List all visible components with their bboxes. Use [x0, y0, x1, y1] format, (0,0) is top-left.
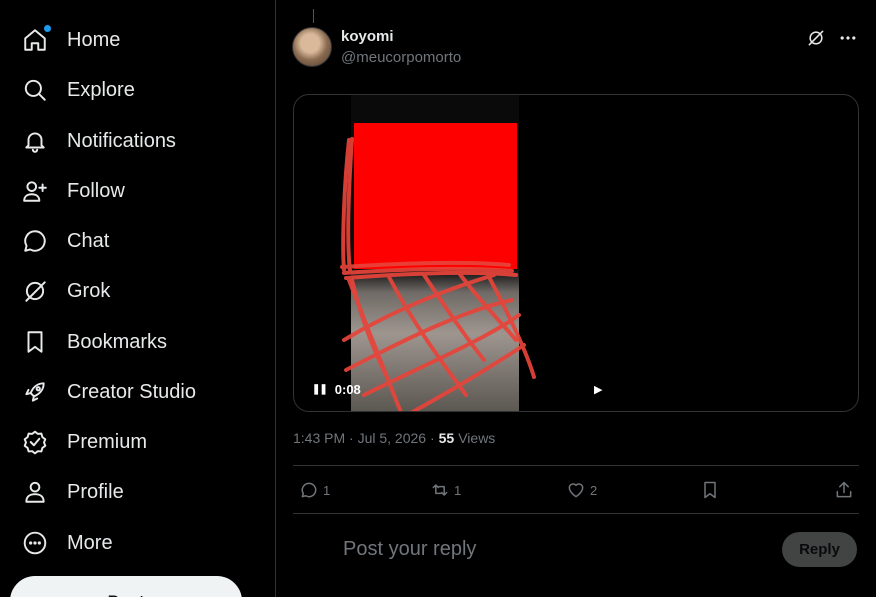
grok-icon[interactable] — [806, 28, 826, 53]
share-action[interactable] — [834, 480, 854, 500]
bookmark-icon — [704, 481, 716, 499]
nav-more[interactable]: More — [8, 521, 127, 565]
bell-icon — [22, 128, 48, 154]
nav-label: Creator Studio — [67, 380, 196, 403]
avatar[interactable] — [292, 27, 332, 67]
nav-label: Premium — [67, 430, 148, 453]
repost-count: 1 — [454, 482, 462, 498]
nav-label: Grok — [67, 279, 111, 302]
share-icon — [836, 481, 852, 498]
nav-follow[interactable]: Follow — [8, 169, 139, 213]
search-icon — [22, 77, 48, 103]
nav-grok[interactable]: Grok — [8, 269, 124, 313]
nav-label: Home — [67, 28, 121, 51]
like-count: 2 — [590, 482, 598, 498]
nav-creator-studio[interactable]: Creator Studio — [8, 370, 210, 414]
like-action[interactable]: 2 — [566, 480, 597, 500]
nav-label: Explore — [67, 78, 135, 101]
repost-icon — [432, 484, 448, 496]
more-options-icon[interactable] — [838, 28, 858, 53]
nav-profile[interactable]: Profile — [8, 470, 138, 514]
nav-premium[interactable]: Premium — [8, 420, 161, 464]
reply-button[interactable]: Reply — [782, 532, 857, 567]
views-label: Views — [458, 430, 496, 446]
pause-icon[interactable]: ❚❚ — [312, 384, 328, 395]
video-time: 0:08 — [334, 382, 361, 397]
more-icon — [22, 530, 48, 556]
home-icon — [22, 25, 51, 53]
video-controls: ❚❚ 0:08 — [312, 382, 361, 397]
reply-icon — [301, 482, 317, 498]
post-header-actions — [806, 28, 858, 53]
heart-icon — [568, 483, 584, 498]
grok-icon — [22, 278, 48, 304]
nav-notifications[interactable]: Notifications — [8, 119, 190, 163]
nav-label: Profile — [67, 480, 124, 503]
profile-icon — [22, 479, 48, 505]
redaction-box — [354, 123, 517, 269]
nav-label: More — [67, 531, 113, 554]
chat-icon — [22, 228, 48, 254]
sidebar-nav: Home Explore Notifications Follow Chat G… — [0, 0, 276, 597]
nav-label: Notifications — [67, 129, 176, 152]
reply-count: 1 — [323, 482, 331, 498]
bookmark-icon — [22, 329, 48, 355]
rocket-icon — [22, 379, 48, 405]
reply-input[interactable]: Post your reply — [343, 538, 476, 561]
action-bar: 1 1 2 — [293, 465, 859, 514]
post-button[interactable]: Post — [10, 576, 242, 597]
video-player[interactable]: ❚❚ 0:08 ▶ — [293, 94, 859, 412]
follow-icon — [22, 178, 48, 204]
play-icon[interactable]: ▶ — [594, 383, 602, 396]
nav-bookmarks[interactable]: Bookmarks — [8, 320, 181, 364]
repost-action[interactable]: 1 — [430, 480, 461, 500]
nav-label: Chat — [67, 229, 110, 252]
nav-chat[interactable]: Chat — [8, 219, 123, 263]
nav-label: Follow — [67, 179, 125, 202]
nav-label: Bookmarks — [67, 330, 168, 353]
premium-icon — [22, 429, 48, 455]
thread-line — [313, 9, 314, 23]
reply-action[interactable]: 1 — [299, 480, 330, 500]
nav-home[interactable]: Home — [8, 18, 134, 62]
views-count: 55 — [438, 430, 455, 446]
post-meta: 1:43 PM · Jul 5, 2026 · 55 Views — [293, 430, 495, 446]
author-handle[interactable]: @meucorpomorto — [341, 49, 461, 66]
post-timestamp[interactable]: 1:43 PM · Jul 5, 2026 · — [293, 430, 435, 446]
nav-explore[interactable]: Explore — [8, 68, 149, 112]
notification-dot — [44, 25, 51, 32]
bookmark-action[interactable] — [700, 480, 720, 500]
post-detail: koyomi @meucorpomorto ❚❚ 0:08 ▶ 1:43 PM … — [277, 0, 876, 597]
author-name[interactable]: koyomi — [341, 28, 394, 45]
